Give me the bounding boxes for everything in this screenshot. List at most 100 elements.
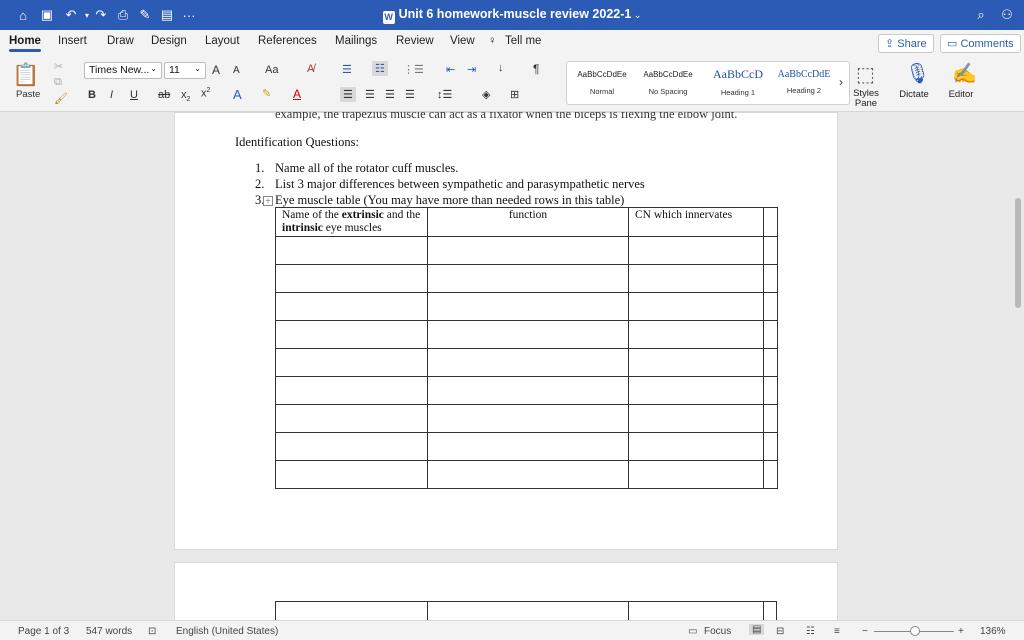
table-cell[interactable]	[427, 404, 629, 433]
grow-font-button[interactable]: A	[212, 63, 220, 77]
table-cell[interactable]	[763, 432, 778, 461]
table-cell[interactable]	[427, 348, 629, 377]
format-painter-icon[interactable]: 🖌	[54, 92, 68, 105]
table-cell[interactable]	[628, 376, 764, 405]
styles-pane-icon[interactable]: ⬚	[856, 62, 875, 87]
table-cell[interactable]	[275, 236, 428, 265]
header-cell-cn[interactable]: CN which innervates	[628, 207, 764, 237]
bullets-icon[interactable]: ☰	[342, 63, 352, 76]
table-cell[interactable]	[763, 207, 778, 237]
increase-indent-icon[interactable]: ⇥	[467, 63, 476, 76]
table-cell[interactable]	[628, 292, 764, 321]
header-cell-function[interactable]: function	[427, 207, 629, 237]
line-spacing-icon[interactable]: ↕☰	[437, 88, 452, 101]
align-left-icon[interactable]: ☰	[340, 87, 356, 102]
italic-button[interactable]: I	[110, 89, 113, 101]
table-cell[interactable]	[628, 460, 764, 489]
bold-button[interactable]: B	[88, 89, 96, 101]
font-name-select[interactable]: Times New... ⌄	[84, 62, 162, 79]
tab-layout[interactable]: Layout	[205, 35, 240, 47]
table-cell[interactable]	[427, 320, 629, 349]
table-cell[interactable]	[275, 460, 428, 489]
pilcrow-icon[interactable]: ¶	[533, 62, 539, 76]
align-center-icon[interactable]: ☰	[365, 88, 375, 101]
tab-mailings[interactable]: Mailings	[335, 35, 377, 47]
shading-icon[interactable]: ◈	[482, 88, 490, 101]
subscript-button[interactable]: x2	[181, 89, 190, 103]
table-cell[interactable]	[628, 264, 764, 293]
comments-button[interactable]: ▭ Comments	[940, 34, 1021, 53]
table-cell[interactable]	[275, 348, 428, 377]
table-cell[interactable]	[763, 460, 778, 489]
style-normal[interactable]: AaBbCcDdEe Normal	[571, 62, 633, 104]
numbering-icon[interactable]: ☷	[372, 61, 388, 76]
table-move-handle-icon[interactable]: +	[263, 196, 273, 206]
tab-draw[interactable]: Draw	[107, 35, 134, 47]
sort-icon[interactable]: ↓	[498, 62, 504, 74]
table-cell[interactable]	[628, 404, 764, 433]
zoom-slider-thumb[interactable]	[910, 626, 920, 636]
clear-format-icon[interactable]: A̸	[307, 63, 314, 75]
editor-label[interactable]: Editor	[943, 89, 979, 100]
tell-me-search[interactable]: Tell me	[505, 35, 541, 47]
table-cell[interactable]	[275, 432, 428, 461]
borders-icon[interactable]: ⊞	[510, 88, 519, 101]
font-color-icon[interactable]: A	[293, 87, 301, 101]
table-cell[interactable]	[763, 376, 778, 405]
table-cell[interactable]	[628, 320, 764, 349]
table-cell[interactable]	[275, 320, 428, 349]
search-icon[interactable]: ⌕	[972, 6, 990, 24]
text-effects-icon[interactable]: A	[233, 87, 242, 102]
table-cell[interactable]	[628, 432, 764, 461]
microphone-icon[interactable]: 🎙	[905, 61, 930, 86]
word-count[interactable]: 547 words	[86, 626, 132, 637]
justify-icon[interactable]: ☰	[405, 88, 415, 101]
zoom-slider[interactable]	[874, 626, 954, 636]
page-count[interactable]: Page 1 of 3	[18, 626, 69, 637]
style-heading-1[interactable]: AaBbCcD Heading 1	[707, 62, 769, 104]
table-cell[interactable]	[427, 292, 629, 321]
page-1[interactable]: example, the trapezius muscle can act as…	[174, 112, 838, 550]
strikethrough-button[interactable]: ab	[158, 89, 170, 101]
table-cell[interactable]	[275, 292, 428, 321]
align-right-icon[interactable]: ☰	[385, 88, 395, 101]
table-cell[interactable]	[628, 348, 764, 377]
dictate-label[interactable]: Dictate	[896, 89, 932, 100]
share-button[interactable]: ⇪ Share	[878, 34, 934, 53]
vertical-scrollbar[interactable]	[1015, 198, 1021, 308]
web-layout-icon[interactable]: ⊟	[776, 626, 784, 637]
table-cell[interactable]	[427, 460, 629, 489]
focus-icon[interactable]: ▭	[688, 626, 697, 637]
tab-design[interactable]: Design	[151, 35, 187, 47]
table-cell[interactable]	[763, 348, 778, 377]
tab-home[interactable]: Home	[9, 35, 41, 52]
styles-pane-label[interactable]: Styles Pane	[848, 89, 884, 109]
underline-button[interactable]: U	[130, 89, 138, 101]
table-cell[interactable]	[427, 376, 629, 405]
zoom-out-icon[interactable]: −	[862, 626, 868, 637]
style-no-spacing[interactable]: AaBbCcDdEe No Spacing	[637, 62, 699, 104]
highlight-icon[interactable]: ✎	[262, 87, 271, 100]
decrease-indent-icon[interactable]: ⇤	[446, 63, 455, 76]
table-cell[interactable]	[763, 320, 778, 349]
font-size-select[interactable]: 11 ⌄	[164, 62, 206, 79]
language[interactable]: English (United States)	[176, 626, 278, 637]
share-people-icon[interactable]: ⚇	[998, 6, 1016, 24]
table-cell[interactable]	[427, 264, 629, 293]
table-cell[interactable]	[763, 236, 778, 265]
table-cell[interactable]	[275, 264, 428, 293]
outline-view-icon[interactable]: ☷	[806, 626, 815, 637]
copy-icon[interactable]: ⧉	[54, 76, 62, 89]
chevron-right-icon[interactable]: ›	[839, 75, 843, 89]
table-cell[interactable]	[628, 236, 764, 265]
table-cell[interactable]	[427, 236, 629, 265]
focus-label[interactable]: Focus	[704, 626, 731, 637]
multilevel-list-icon[interactable]: ⋮☰	[403, 63, 424, 76]
tab-view[interactable]: View	[450, 35, 475, 47]
table-cell[interactable]	[427, 432, 629, 461]
print-layout-icon[interactable]: ▤	[749, 624, 765, 635]
superscript-button[interactable]: x2	[201, 87, 210, 100]
cut-icon[interactable]: ✂	[54, 60, 63, 73]
tell-me-icon[interactable]: ♀	[488, 35, 497, 47]
table-cell[interactable]	[763, 404, 778, 433]
